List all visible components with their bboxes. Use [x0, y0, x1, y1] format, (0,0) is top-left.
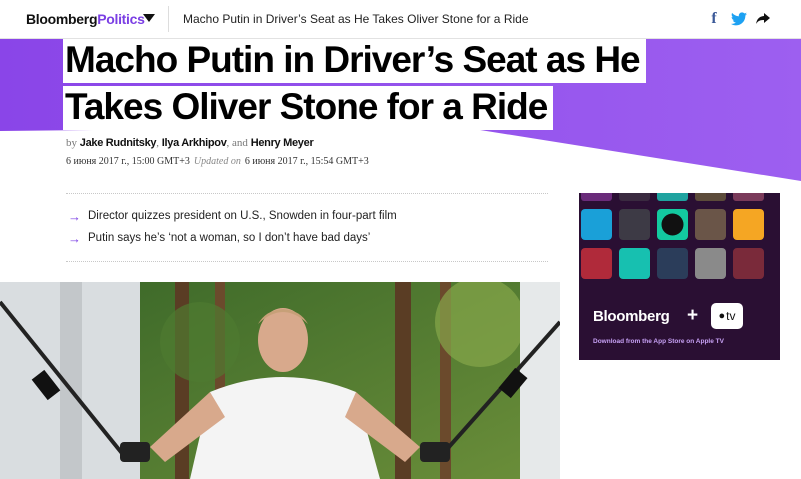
headline-line-1: Macho Putin in Driver’s Seat as He — [63, 39, 646, 83]
summary-bullets: → Director quizzes president on U.S., Sn… — [66, 193, 548, 262]
section-name: Politics — [97, 11, 145, 27]
summary-bullet: → Director quizzes president on U.S., Sn… — [66, 206, 548, 226]
lead-photo — [0, 282, 560, 479]
ad-cta-text: Download from the App Store on Apple TV — [593, 338, 724, 345]
nav-headline: Macho Putin in Driver’s Seat as He Takes… — [183, 12, 529, 26]
top-nav: BloombergPolitics Macho Putin in Driver’… — [0, 0, 801, 39]
bullet-text: Director quizzes president on U.S., Snow… — [88, 210, 397, 222]
article-headline: Macho Putin in Driver’s Seat as He Takes… — [63, 39, 646, 133]
twitter-icon[interactable] — [729, 9, 749, 29]
bullet-text: Putin says he’s ‘not a woman, so I don’t… — [88, 232, 371, 244]
author-link[interactable]: Ilya Arkhipov — [162, 137, 227, 149]
byline-separator: , — [156, 137, 160, 149]
nav-divider — [168, 6, 169, 32]
byline-separator: , and — [226, 137, 248, 149]
menu-dropdown-icon[interactable] — [143, 14, 155, 22]
headline-line-2: Takes Oliver Stone for a Ride — [63, 86, 554, 130]
facebook-icon[interactable]: f — [707, 9, 721, 29]
published-time: 6 июня 2017 г., 15:00 GMT+3 — [66, 156, 190, 167]
byline: by Jake Rudnitsky, Ilya Arkhipov, and He… — [66, 137, 314, 149]
apple-tv-logo: ● tv — [711, 303, 743, 329]
lead-photo-image — [0, 282, 560, 479]
bloomberg-politics-logo[interactable]: BloombergPolitics — [26, 11, 145, 27]
share-forward-icon[interactable] — [755, 9, 771, 29]
updated-label: Updated on — [193, 156, 241, 167]
ad-app-tiles — [579, 193, 780, 289]
arrow-right-icon: → — [68, 230, 81, 246]
dateline: 6 июня 2017 г., 15:00 GMT+3 Updated on 6 и… — [66, 156, 369, 167]
author-link[interactable]: Henry Meyer — [251, 137, 314, 149]
updated-time: 6 июня 2017 г., 15:54 GMT+3 — [244, 156, 369, 167]
arrow-right-icon: → — [68, 208, 81, 224]
ad-bloomberg-wordmark: Bloomberg — [593, 308, 670, 325]
apple-icon: ● — [718, 310, 726, 322]
author-link[interactable]: Jake Rudnitsky — [80, 137, 157, 149]
summary-bullet: → Putin says he’s ‘not a woman, so I don… — [66, 228, 548, 248]
bloomberg-apple-tv-ad[interactable]: Bloomberg + ● tv Download from the App St… — [579, 193, 780, 360]
brand-name: Bloomberg — [26, 11, 98, 27]
ad-plus-sign: + — [687, 305, 699, 326]
byline-prefix: by — [66, 137, 77, 149]
apple-tv-label: tv — [726, 309, 736, 323]
